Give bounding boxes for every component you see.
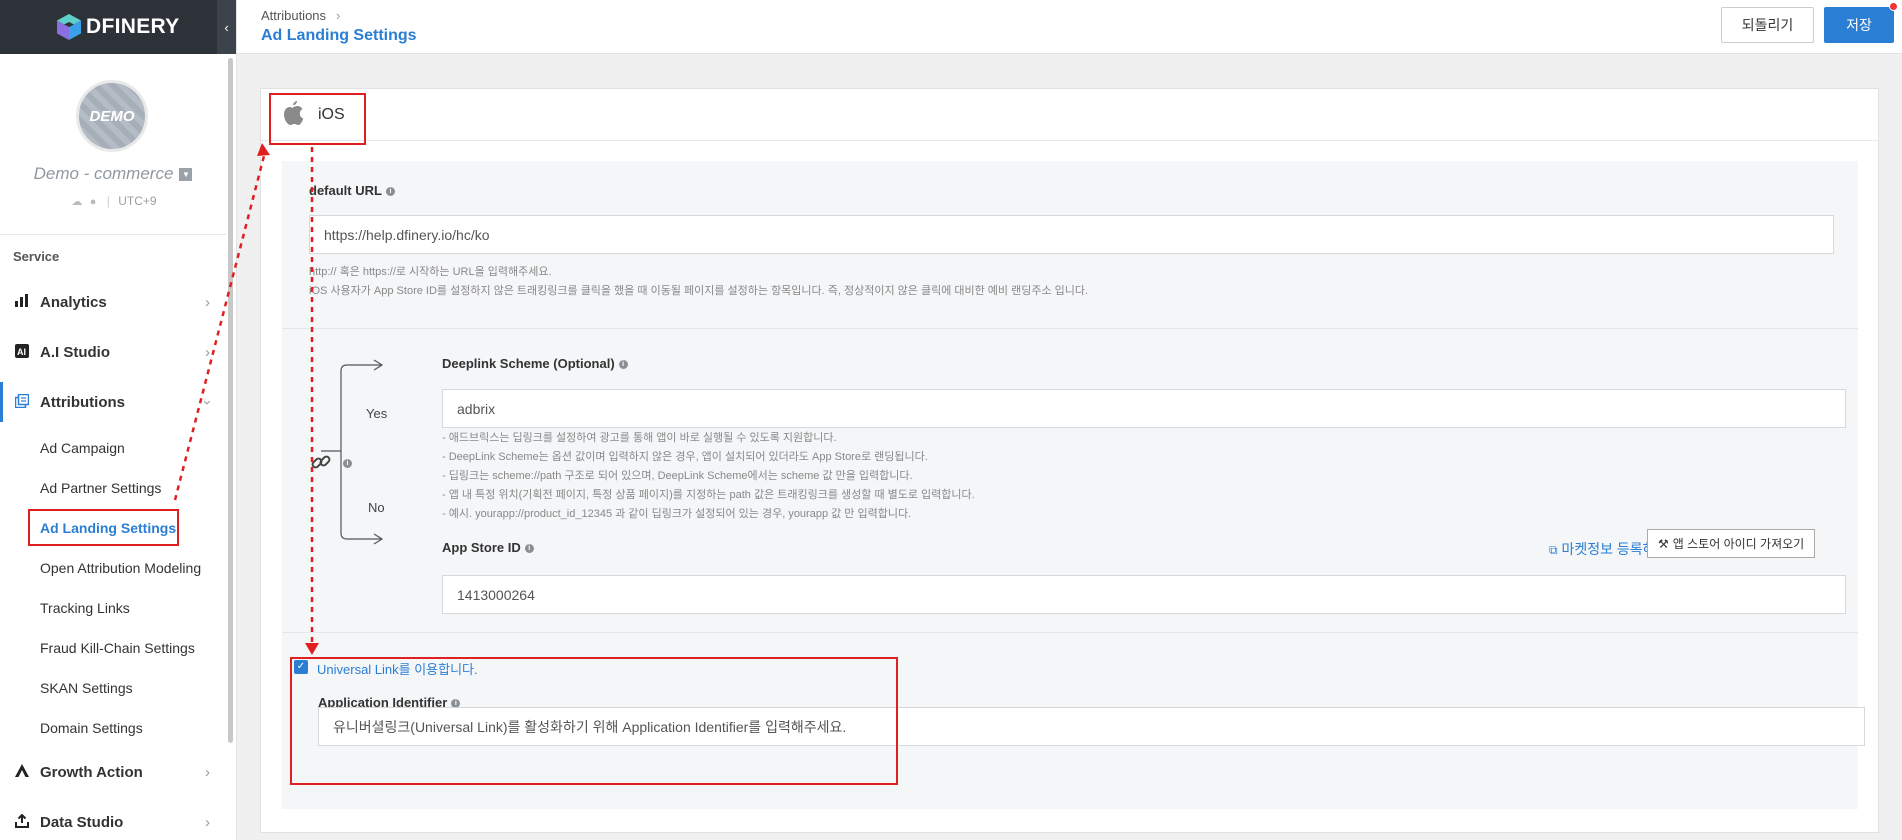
fetch-app-store-id-button[interactable]: ⚒ 앱 스토어 아이디 가져오기 <box>1647 529 1816 558</box>
brand-name: DFINERY <box>86 15 180 38</box>
sidebar: DFINERY ‹ DEMO Demo - commerce ▼ ☁ ● | UT… <box>0 0 237 840</box>
bar-chart-icon <box>14 294 30 310</box>
brand-cube-icon <box>57 14 81 40</box>
deeplink-note: - 예시. yourapp://product_id_12345 과 같이 딥링… <box>442 508 912 520</box>
app-store-id-label: App Store ID i <box>442 540 534 555</box>
info-icon[interactable]: i <box>524 544 534 554</box>
data-studio-icon <box>14 813 30 831</box>
svg-text:AI: AI <box>17 347 26 357</box>
deeplink-note: - DeepLink Scheme는 옵션 값이며 입력하지 않은 경우, 앱이… <box>442 451 928 463</box>
sub-tracking-links[interactable]: Tracking Links <box>40 600 130 616</box>
growth-icon <box>14 764 30 780</box>
fetch-app-store-id-label: 앱 스토어 아이디 가져오기 <box>1672 537 1805 551</box>
app-store-id-input[interactable]: 1413000264 <box>442 575 1846 614</box>
android-icon: ☁ <box>71 196 83 208</box>
apple-icon: ● <box>89 196 97 208</box>
nav-ai-studio-label: A.I Studio <box>40 343 110 361</box>
magic-wand-icon: ⚒ <box>1658 536 1669 551</box>
default-url-help-1: http:// 혹은 https://로 시작하는 URL을 입력해주세요. <box>309 266 552 278</box>
default-url-label-text: default URL <box>309 183 382 198</box>
dropdown-icon[interactable]: ▼ <box>179 168 193 182</box>
section-divider <box>282 632 1858 633</box>
avatar[interactable]: DEMO <box>76 80 148 152</box>
deeplink-notes: - 애드브릭스는 딥링크를 설정하여 광고를 통해 앱이 바로 실행될 수 있도… <box>442 429 975 524</box>
deeplink-label: Deeplink Scheme (Optional) i <box>442 356 628 371</box>
sub-domain-settings[interactable]: Domain Settings <box>40 720 143 736</box>
nav-ai-studio[interactable]: AI A.I Studio › <box>0 332 226 372</box>
nav-data-studio-label: Data Studio <box>40 813 124 831</box>
timezone: UTC+9 <box>118 194 157 208</box>
sub-ad-landing-settings[interactable]: Ad Landing Settings <box>40 520 176 536</box>
profile: DEMO Demo - commerce ▼ ☁ ● | UTC+9 <box>0 54 226 235</box>
info-icon[interactable]: i <box>343 459 352 469</box>
brand-logo[interactable]: DFINERY <box>56 13 180 41</box>
nav-growth-action-label: Growth Action <box>40 763 143 781</box>
sub-ad-partner-settings[interactable]: Ad Partner Settings <box>40 480 161 496</box>
default-url-label: default URL i <box>309 183 395 198</box>
breadcrumb-chevron-icon: › <box>336 8 341 23</box>
company-selector[interactable]: Demo - commerce ▼ <box>0 164 226 184</box>
sub-ad-campaign[interactable]: Ad Campaign <box>40 440 125 456</box>
attributions-icon <box>14 393 30 411</box>
external-link-icon: ⧉ <box>1549 543 1558 557</box>
nav-growth-action[interactable]: Growth Action › <box>0 752 226 792</box>
notification-dot <box>1889 2 1898 11</box>
breadcrumb: Attributions › <box>261 8 340 23</box>
sub-open-attribution-modeling[interactable]: Open Attribution Modeling <box>40 560 201 576</box>
company-name: Demo - commerce <box>33 164 174 183</box>
ios-settings-card: iOS default URL i https://help.dfinery.io… <box>260 88 1879 833</box>
card-header: iOS <box>261 89 1878 141</box>
revert-button[interactable]: 되돌리기 <box>1721 7 1814 43</box>
nav-attributions-label: Attributions <box>40 393 125 411</box>
chevron-right-icon: › <box>205 813 210 831</box>
platform-label: iOS <box>318 106 345 123</box>
profile-meta: ☁ ● | UTC+9 <box>0 194 226 208</box>
chevron-right-icon: › <box>205 343 210 361</box>
sidebar-scrollbar[interactable] <box>228 58 233 743</box>
page-header: Attributions › Ad Landing Settings 되돌리기 저… <box>237 0 1902 54</box>
app-store-id-label-text: App Store ID <box>442 540 521 555</box>
info-icon[interactable]: i <box>618 360 628 370</box>
deeplink-label-text: Deeplink Scheme (Optional) <box>442 356 615 371</box>
branch-no-label: No <box>368 500 385 515</box>
default-url-input[interactable]: https://help.dfinery.io/hc/ko <box>309 215 1834 254</box>
sub-skan-settings[interactable]: SKAN Settings <box>40 680 133 696</box>
nav-attributions[interactable]: Attributions › <box>0 382 226 422</box>
page-title: Ad Landing Settings <box>261 27 417 44</box>
nav-data-studio[interactable]: Data Studio › <box>0 802 226 840</box>
section-divider <box>282 328 1858 329</box>
deeplink-note: - 딥링크는 scheme://path 구조로 되어 있으며, DeepLin… <box>442 470 913 482</box>
branch-yes-label: Yes <box>366 406 388 421</box>
breadcrumb-attributions[interactable]: Attributions <box>261 8 326 23</box>
default-url-help-2: iOS 사용자가 App Store ID를 설정하지 않은 트래킹링크를 클릭… <box>309 285 1089 297</box>
chevron-right-icon: › <box>205 293 210 311</box>
universal-link-checkbox-label[interactable]: Universal Link를 이용합니다. <box>317 659 478 678</box>
sub-fraud-kill-chain-settings[interactable]: Fraud Kill-Chain Settings <box>40 640 195 656</box>
nav-section-title: Service <box>13 249 60 264</box>
nav-analytics-label: Analytics <box>40 293 107 311</box>
ai-icon: AI <box>14 343 30 361</box>
info-icon[interactable]: i <box>385 187 395 197</box>
logo-bar: DFINERY ‹ <box>0 0 236 54</box>
nav-analytics[interactable]: Analytics › <box>0 282 226 322</box>
deeplink-scheme-input[interactable]: adbrix <box>442 389 1846 428</box>
deeplink-note: - 앱 내 특정 위치(기획전 페이지, 특정 상품 페이지)를 지정하는 pa… <box>442 489 975 501</box>
link-info: i <box>339 455 352 470</box>
collapse-sidebar-button[interactable]: ‹ <box>217 0 236 54</box>
chevron-right-icon: › <box>205 763 210 781</box>
app-identifier-input[interactable]: 유니버셜링크(Universal Link)를 활성화하기 위해 Applica… <box>318 707 1865 746</box>
apple-icon <box>282 101 304 134</box>
save-button[interactable]: 저장 <box>1824 7 1894 43</box>
chevron-down-icon: › <box>199 399 216 405</box>
meta-divider: | <box>106 194 110 208</box>
link-icon <box>310 451 332 479</box>
deeplink-note: - 애드브릭스는 딥링크를 설정하여 광고를 통해 앱이 바로 실행될 수 있도… <box>442 432 837 444</box>
universal-link-checkbox[interactable]: ✓ <box>294 660 308 674</box>
